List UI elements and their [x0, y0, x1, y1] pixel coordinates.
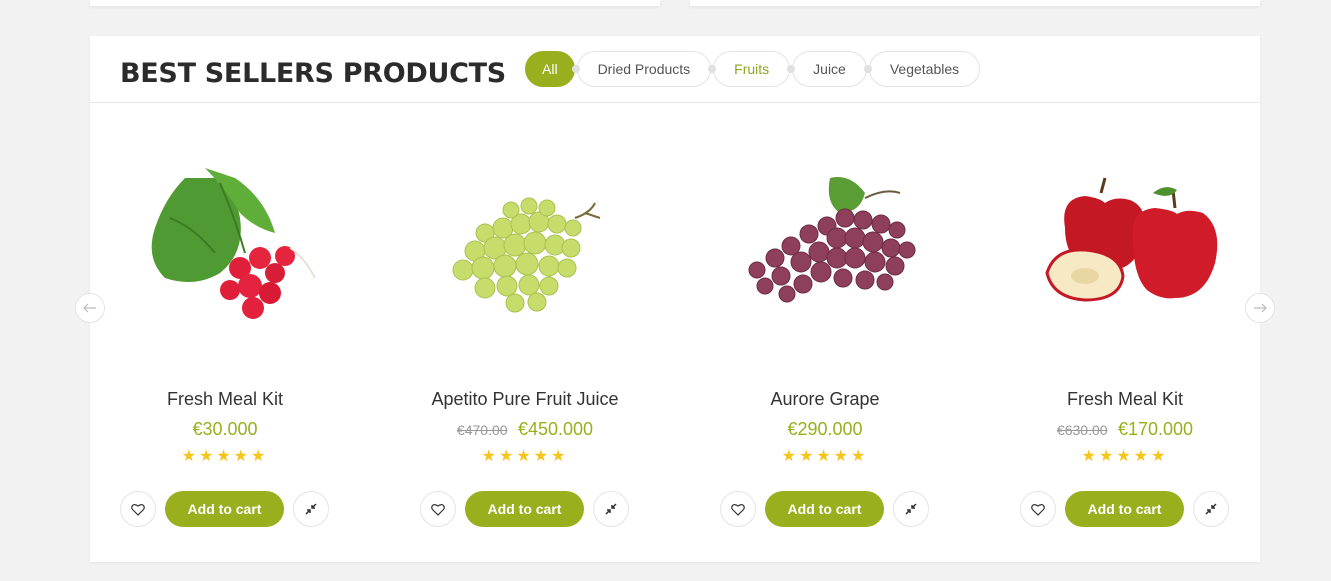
tab-separator-dot — [571, 65, 580, 73]
price-row: €470.00 €450.000 — [390, 419, 660, 440]
product-name[interactable]: Apetito Pure Fruit Juice — [390, 389, 660, 410]
compare-arrows-icon — [305, 503, 317, 515]
tab-vegetables[interactable]: Vegetables — [868, 51, 981, 87]
tab-all[interactable]: All — [525, 51, 575, 87]
wishlist-button[interactable] — [420, 491, 456, 527]
compare-button[interactable] — [1193, 491, 1229, 527]
product-image-red-grapes[interactable] — [720, 153, 930, 333]
product-actions: Add to cart — [420, 491, 630, 527]
arrow-left-icon — [83, 303, 96, 313]
compare-button[interactable] — [893, 491, 929, 527]
rating-stars: ★★★★★ — [781, 448, 869, 465]
compare-arrows-icon — [1205, 503, 1217, 515]
wishlist-button[interactable] — [720, 491, 756, 527]
rating-stars: ★★★★★ — [481, 448, 569, 465]
product-image-green-grapes[interactable] — [420, 153, 630, 333]
top-card-left — [90, 0, 660, 6]
rating-stars: ★★★★★ — [1081, 448, 1169, 465]
compare-button[interactable] — [593, 491, 629, 527]
old-price: €630.00 — [1056, 422, 1108, 438]
red-apples-image — [1045, 177, 1218, 302]
product-actions: Add to cart — [120, 491, 330, 527]
best-sellers-panel: BEST SELLERS PRODUCTS All Dried Products… — [90, 36, 1260, 562]
product-name[interactable]: Fresh Meal Kit — [90, 389, 360, 410]
product-image-red-apples[interactable] — [1020, 153, 1230, 333]
price-row: €630.00 €170.000 — [990, 419, 1260, 440]
price-row: €30.000 — [90, 419, 360, 440]
top-card-right — [690, 0, 1260, 6]
tab-juice[interactable]: Juice — [792, 51, 867, 87]
compare-button[interactable] — [293, 491, 329, 527]
heart-icon — [431, 503, 445, 516]
current-price: €30.000 — [192, 419, 258, 439]
product-card: Apetito Pure Fruit Juice €470.00 €450.00… — [390, 103, 660, 562]
heart-icon — [1031, 503, 1045, 516]
product-carousel: Fresh Meal Kit €30.000 ★★★★★ Add to cart — [90, 103, 1260, 562]
product-image-radish[interactable] — [120, 153, 330, 333]
product-card: Fresh Meal Kit €630.00 €170.000 ★★★★★ Ad… — [990, 103, 1260, 562]
radish-bunch-image — [151, 168, 316, 319]
panel-header: BEST SELLERS PRODUCTS All Dried Products… — [90, 36, 1260, 103]
section-title: BEST SELLERS PRODUCTS — [120, 58, 506, 89]
add-to-cart-button[interactable]: Add to cart — [765, 491, 884, 527]
current-price: €450.000 — [517, 419, 594, 439]
compare-arrows-icon — [905, 503, 917, 515]
current-price: €290.000 — [787, 419, 863, 439]
carousel-next-button[interactable] — [1245, 293, 1275, 323]
add-to-cart-button[interactable]: Add to cart — [165, 491, 284, 527]
add-to-cart-button[interactable]: Add to cart — [465, 491, 584, 527]
price-row: €290.000 — [690, 419, 960, 440]
tab-fruits[interactable]: Fruits — [713, 51, 791, 87]
category-tabs: All Dried Products Fruits Juice Vegetabl… — [525, 51, 981, 87]
wishlist-button[interactable] — [1020, 491, 1056, 527]
product-name[interactable]: Fresh Meal Kit — [990, 389, 1260, 410]
rating-stars: ★★★★★ — [181, 448, 269, 465]
product-card: Aurore Grape €290.000 ★★★★★ Add to cart — [690, 103, 960, 562]
current-price: €170.000 — [1117, 419, 1194, 439]
tab-dried-products[interactable]: Dried Products — [576, 51, 712, 87]
product-name[interactable]: Aurore Grape — [690, 389, 960, 410]
add-to-cart-button[interactable]: Add to cart — [1065, 491, 1184, 527]
carousel-prev-button[interactable] — [75, 293, 105, 323]
wishlist-button[interactable] — [120, 491, 156, 527]
red-grapes-image — [748, 177, 916, 303]
arrow-right-icon — [1254, 303, 1267, 313]
product-actions: Add to cart — [720, 491, 930, 527]
compare-arrows-icon — [605, 503, 617, 515]
old-price: €470.00 — [456, 422, 508, 438]
green-grapes-image — [452, 197, 601, 313]
heart-icon — [731, 503, 745, 516]
product-card: Fresh Meal Kit €30.000 ★★★★★ Add to cart — [90, 103, 360, 562]
tab-separator-dot — [863, 65, 872, 73]
heart-icon — [131, 503, 145, 516]
product-actions: Add to cart — [1020, 491, 1230, 527]
